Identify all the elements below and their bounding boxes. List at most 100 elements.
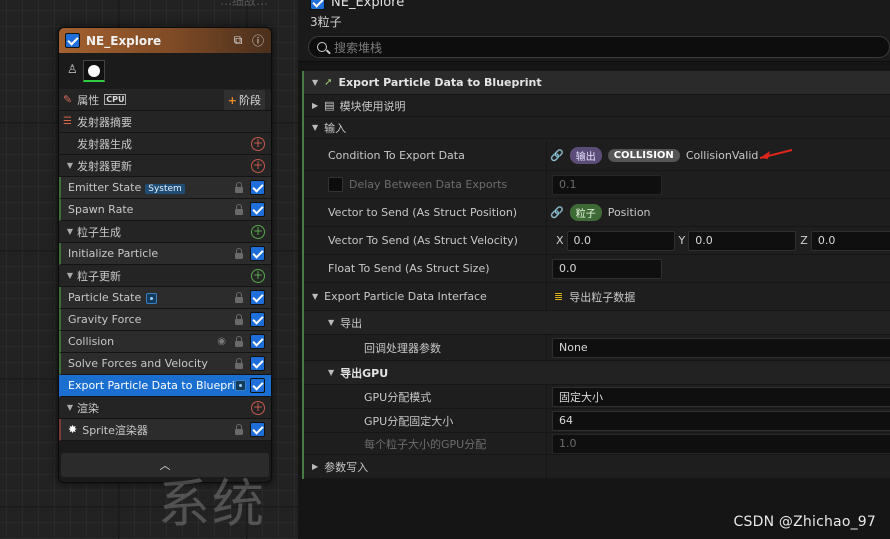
module-solve-forces[interactable]: Solve Forces and Velocity [59, 353, 271, 375]
link-icon[interactable]: 🔗 [550, 206, 564, 219]
callback-select[interactable]: None [552, 337, 890, 358]
velocity-x-input[interactable]: 0.0 [566, 230, 675, 251]
gpu-per-particle-row: 每个粒子大小的GPU分配 1.0 [304, 433, 890, 455]
callback-value: None [559, 341, 588, 354]
list-icon: ☰ [63, 116, 72, 127]
float-size-input[interactable]: 0.0 [552, 258, 662, 279]
callback-row: 回调处理器参数 None [304, 335, 890, 361]
graph-cut-text: …细敌… [220, 0, 269, 8]
node-header[interactable]: NE_Explore ⧉ ⓘ [59, 28, 271, 53]
module-header[interactable]: ▼ ➚ Export Particle Data to Blueprint [304, 71, 890, 95]
emitter-enable-checkbox[interactable] [65, 33, 80, 48]
particles-pill: 粒子 [569, 204, 602, 221]
module-enable-checkbox[interactable] [250, 356, 265, 371]
module-export-particle-data[interactable]: Export Particle Data to Blueprint [59, 375, 271, 397]
velocity-y-value: 0.0 [695, 234, 713, 247]
module-sprite-renderer[interactable]: ✸ Sprite渲染器 [59, 419, 271, 441]
collapse-icon[interactable]: ▼ [328, 368, 334, 377]
module-initialize-particle[interactable]: Initialize Particle [59, 243, 271, 265]
gpu-mode-select[interactable]: 固定大小 [552, 386, 890, 407]
module-usage-row[interactable]: ▶ ▤ 模块使用说明 [304, 95, 890, 117]
collapse-icon[interactable]: ▼ [328, 318, 334, 327]
module-enable-checkbox[interactable] [250, 246, 265, 261]
emitter-spawn-label: 发射器生成 [77, 137, 132, 151]
module-enable-checkbox[interactable] [250, 312, 265, 327]
solve-forces-label: Solve Forces and Velocity [68, 357, 208, 370]
export-gpu-section[interactable]: ▼ 导出GPU [304, 361, 890, 385]
emitter-node[interactable]: NE_Explore ⧉ ⓘ ♙ ✎ 属性 CPU + 阶段 ☰ 发射器摘要 发射… [58, 27, 272, 483]
emitter-summary-row[interactable]: ☰ 发射器摘要 [59, 111, 271, 133]
graph-canvas[interactable]: …细敌… NE_Explore ⧉ ⓘ ♙ ✎ 属性 CPU + 阶段 ☰ 发射器… [0, 0, 298, 539]
lock-icon [234, 247, 244, 260]
inputs-section[interactable]: ▼ 输入 [304, 117, 890, 139]
module-enable-checkbox[interactable] [250, 290, 265, 305]
param-write-row[interactable]: ▶ 参数写入 [304, 455, 890, 479]
module-enable-checkbox[interactable] [250, 334, 265, 349]
delay-input[interactable]: 0.1 [552, 174, 662, 195]
lock-icon [234, 423, 244, 436]
lock-icon [234, 203, 244, 216]
particle-update-row[interactable]: ▼ 粒子更新 + [59, 265, 271, 287]
gpu-per-particle-input[interactable]: 1.0 [552, 433, 890, 454]
collapse-icon[interactable]: ▼ [63, 161, 77, 170]
render-label: 渲染 [77, 401, 99, 415]
condition-label: Condition To Export Data [328, 149, 465, 162]
module-enable-checkbox[interactable] [250, 202, 265, 217]
add-module-icon[interactable]: + [251, 136, 265, 151]
delay-override-checkbox[interactable] [328, 177, 343, 192]
render-row[interactable]: ▼ 渲染 + [59, 397, 271, 419]
initialize-particle-label: Initialize Particle [68, 247, 159, 260]
module-collision[interactable]: Collision ◉ [59, 331, 271, 353]
sprite-thumbnail[interactable] [83, 60, 105, 82]
add-stage-button[interactable]: + 阶段 [223, 89, 265, 110]
module-spawn-rate[interactable]: Spawn Rate [59, 199, 271, 221]
velocity-z-input[interactable]: 0.0 [810, 230, 890, 251]
expand-icon[interactable]: ▶ [312, 101, 318, 110]
inputs-label: 输入 [324, 121, 347, 135]
eye-icon[interactable]: ◉ [217, 336, 226, 347]
collapse-icon[interactable]: ▼ [312, 123, 318, 132]
gpu-fixed-value: 64 [559, 414, 573, 427]
vector-velocity-row: Vector To Send (As Struct Velocity) X 0.… [304, 227, 890, 255]
particle-spawn-row[interactable]: ▼ 粒子生成 + [59, 221, 271, 243]
export-section[interactable]: ▼ 导出 [304, 311, 890, 335]
collapse-icon[interactable]: ▼ [312, 292, 318, 301]
z-axis-label: Z [800, 234, 808, 247]
search-stack-input[interactable]: 搜索堆栈 [308, 36, 890, 58]
info-icon[interactable]: ⓘ [251, 32, 265, 49]
module-enable-checkbox[interactable] [250, 378, 265, 393]
add-module-icon[interactable]: + [251, 268, 265, 283]
open-external-icon[interactable]: ⧉ [231, 33, 245, 48]
emitter-state-label: Emitter State [68, 181, 142, 194]
module-enable-checkbox[interactable] [250, 180, 265, 195]
add-renderer-icon[interactable]: + [251, 400, 265, 415]
collapse-icon[interactable]: ▼ [63, 403, 77, 412]
vector-position-value: Position [607, 206, 651, 219]
module-enable-checkbox[interactable] [250, 422, 265, 437]
float-size-label: Float To Send (As Struct Size) [328, 262, 490, 275]
emitter-enable-checkbox[interactable] [310, 0, 325, 10]
module-emitter-state[interactable]: Emitter State System [59, 177, 271, 199]
graph-watermark: 系统 [158, 475, 267, 535]
particle-tag-icon [235, 380, 246, 391]
properties-row[interactable]: ✎ 属性 CPU + 阶段 [59, 89, 271, 111]
add-module-icon[interactable]: + [251, 158, 265, 173]
module-particle-state[interactable]: Particle State [59, 287, 271, 309]
module-gravity-force[interactable]: Gravity Force [59, 309, 271, 331]
vector-position-row: Vector to Send (As Struct Position) 🔗 粒子… [304, 199, 890, 227]
gpu-fixed-input[interactable]: 64 [552, 410, 890, 431]
collapse-icon[interactable]: ▼ [63, 271, 77, 280]
add-module-icon[interactable]: + [251, 224, 265, 239]
spawn-rate-label: Spawn Rate [68, 203, 134, 216]
node-title: NE_Explore [86, 33, 162, 48]
collision-pill: COLLISION [607, 149, 680, 162]
collapse-icon[interactable]: ▼ [312, 78, 318, 87]
collapse-icon[interactable]: ▼ [63, 227, 77, 236]
emitter-spawn-row[interactable]: 发射器生成 + [59, 133, 271, 155]
emitter-update-row[interactable]: ▼ 发射器更新 + [59, 155, 271, 177]
data-interface-row[interactable]: ▼ Export Particle Data Interface ≣ 导出粒子数… [304, 283, 890, 311]
velocity-y-input[interactable]: 0.0 [688, 230, 797, 251]
help-icon: ▤ [324, 99, 335, 112]
expand-icon[interactable]: ▶ [312, 462, 318, 471]
link-icon[interactable]: 🔗 [550, 149, 564, 162]
